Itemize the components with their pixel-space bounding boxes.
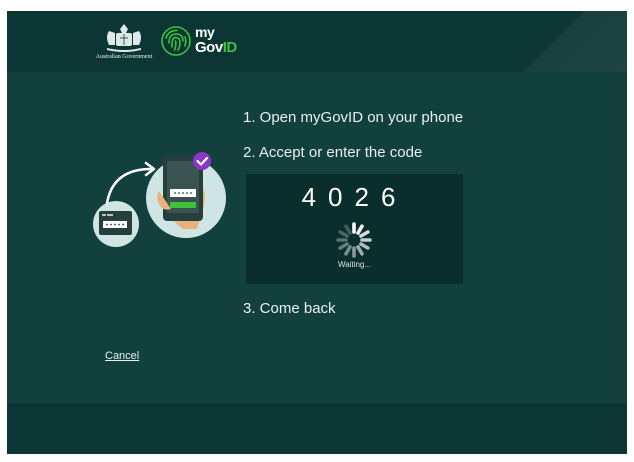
- phone-circle: [146, 155, 226, 238]
- coat-of-arms-icon: [107, 24, 141, 52]
- header-bar: Australian Government my GovID: [7, 11, 627, 72]
- logo-text-id: ID: [222, 39, 238, 56]
- step-1-text: 1. Open myGovID on your phone: [243, 109, 464, 126]
- mygovid-logo: my GovID: [160, 22, 260, 62]
- step-2-text: 2. Accept or enter the code: [243, 144, 423, 161]
- logo-text-my: my: [195, 24, 215, 40]
- verification-code-panel: 4026 Waiting...: [246, 174, 463, 284]
- verification-code: 4026: [301, 182, 408, 212]
- laptop-circle: [93, 201, 139, 247]
- phone-login-illustration: [93, 152, 226, 247]
- step-3-text: 3. Come back: [243, 300, 336, 317]
- waiting-status: Waiting...: [337, 260, 372, 269]
- government-label: Australian Government: [95, 54, 153, 60]
- logo-text-govid: GovID: [195, 39, 237, 56]
- check-badge-icon: [193, 152, 211, 170]
- loading-spinner-icon: [336, 222, 372, 258]
- government-crest: Australian Government: [79, 21, 169, 65]
- arrow-curve: [105, 167, 153, 205]
- footer-bar: [7, 403, 627, 454]
- cancel-link[interactable]: Cancel: [105, 350, 139, 362]
- header-decoration: [487, 11, 627, 72]
- page-frame: Australian Government my GovID 1. Open m…: [7, 11, 627, 454]
- fingerprint-icon: [161, 26, 191, 56]
- logo-text-gov: Gov: [195, 39, 223, 56]
